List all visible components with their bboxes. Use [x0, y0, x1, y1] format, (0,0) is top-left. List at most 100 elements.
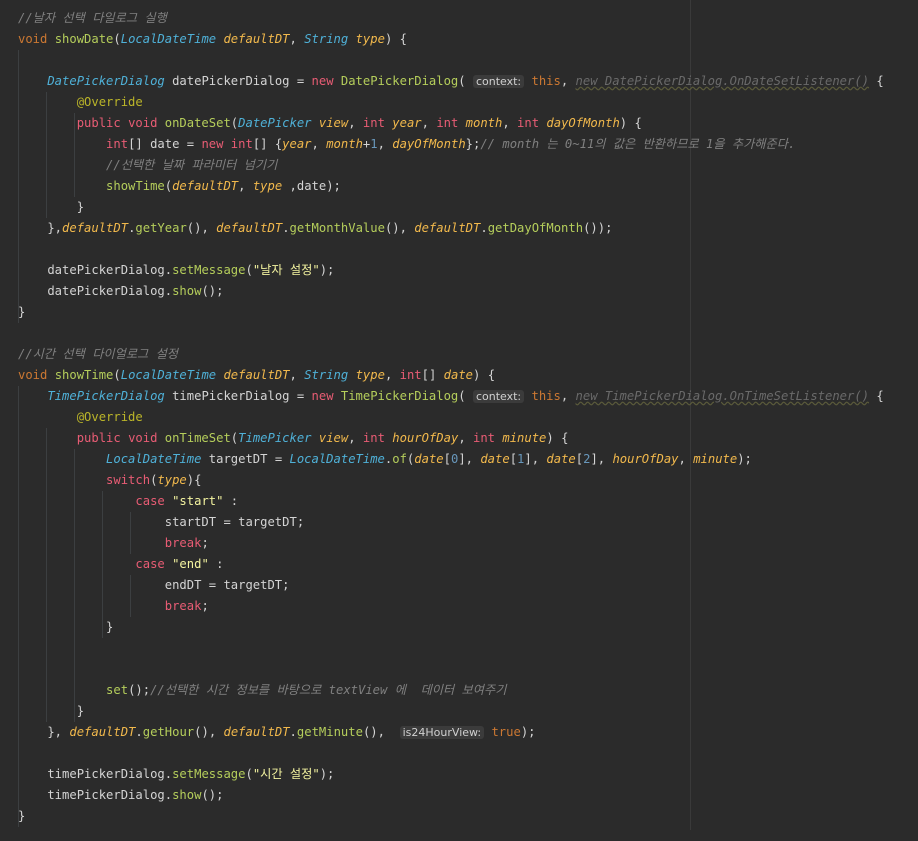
- code-token: }: [18, 809, 26, 823]
- right-margin-guide: [690, 0, 691, 830]
- code-line[interactable]: }, defaultDT.getHour(), defaultDT.getMin…: [18, 722, 536, 743]
- code-token: public: [18, 116, 129, 130]
- code-token: case: [18, 557, 173, 571]
- code-token: year: [392, 116, 422, 130]
- code-token: year: [282, 137, 312, 151]
- code-token: show: [172, 284, 202, 298]
- code-line[interactable]: break;: [18, 596, 209, 617]
- code-line[interactable]: TimePickerDialog timePickerDialog = new …: [18, 386, 884, 407]
- code-token: month: [465, 116, 503, 130]
- code-token: String: [304, 368, 356, 382]
- code-line[interactable]: }: [18, 302, 25, 323]
- code-token: ,: [678, 452, 694, 466]
- parameter-hint: context:: [472, 75, 525, 88]
- code-token: );: [520, 725, 536, 739]
- code-line[interactable]: timePickerDialog.setMessage("시간 설정");: [18, 764, 334, 785]
- code-token: timePickerDialog.: [18, 788, 173, 802]
- code-token: @Override: [18, 95, 143, 109]
- code-token: new DatePickerDialog.OnDateSetListener(): [575, 74, 870, 88]
- code-line[interactable]: endDT = targetDT;: [18, 575, 290, 596]
- code-token: type: [252, 179, 283, 193]
- code-token: (: [113, 368, 121, 382]
- code-token: defaultDT: [172, 179, 239, 193]
- code-token: "시간 설정": [252, 767, 320, 781]
- code-token: ,: [348, 431, 363, 445]
- code-token: ,date);: [282, 179, 341, 193]
- code-token: ) {: [619, 116, 642, 130]
- code-line[interactable]: }: [18, 806, 25, 827]
- code-token: ],: [524, 452, 547, 466]
- code-token: [] {: [252, 137, 283, 151]
- code-token: getMinute: [296, 725, 363, 739]
- code-token: (: [458, 74, 473, 88]
- code-line[interactable]: case "start" :: [18, 491, 238, 512]
- code-token: TimePicker: [238, 431, 319, 445]
- code-token: view: [318, 431, 349, 445]
- code-token: []: [421, 368, 444, 382]
- code-token: ) {: [546, 431, 569, 445]
- code-token: ],: [458, 452, 481, 466]
- code-token: }: [18, 305, 26, 319]
- code-line[interactable]: void showTime(LocalDateTime defaultDT, S…: [18, 365, 495, 386]
- code-token: );: [737, 452, 752, 466]
- code-line[interactable]: set();//선택한 시간 정보를 바탕으로 textView 에 데이터 보…: [18, 680, 506, 701]
- code-token: void: [128, 116, 165, 130]
- code-line[interactable]: @Override: [18, 407, 143, 428]
- code-line[interactable]: switch(type){: [18, 470, 201, 491]
- code-line[interactable]: break;: [18, 533, 209, 554]
- code-token: date: [546, 452, 576, 466]
- code-line[interactable]: timePickerDialog.show();: [18, 785, 223, 806]
- code-token: getDayOfMonth: [487, 221, 584, 235]
- code-token: setMessage: [172, 263, 246, 277]
- code-token: int: [517, 116, 547, 130]
- code-token: int: [362, 431, 393, 445]
- code-line[interactable]: //날자 선택 다일로그 실행: [18, 8, 167, 29]
- code-token: int: [18, 137, 129, 151]
- code-token: defaultDT: [69, 725, 136, 739]
- code-token: ,: [560, 74, 576, 88]
- code-line[interactable]: }: [18, 617, 113, 638]
- code-token: (: [164, 179, 173, 193]
- code-token: [: [509, 452, 518, 466]
- code-line[interactable]: datePickerDialog.setMessage("날자 설정");: [18, 260, 334, 281]
- code-editor[interactable]: //날자 선택 다일로그 실행 void showDate(LocalDateTi…: [0, 0, 918, 841]
- code-line[interactable]: LocalDateTime targetDT = LocalDateTime.o…: [18, 449, 752, 470]
- code-line[interactable]: //선택한 날짜 파라미터 넘기기: [18, 155, 277, 176]
- code-line[interactable]: public void onDateSet(DatePicker view, i…: [18, 113, 642, 134]
- code-token: defaultDT: [223, 725, 290, 739]
- code-token: int: [362, 116, 393, 130]
- code-token: LocalDateTime: [120, 368, 224, 382]
- code-token: showTime: [18, 179, 165, 193]
- code-token: minute: [502, 431, 547, 445]
- code-line[interactable]: case "end" :: [18, 554, 223, 575]
- code-line[interactable]: datePickerDialog.show();: [18, 281, 223, 302]
- code-token: (),: [186, 221, 217, 235]
- code-line[interactable]: @Override: [18, 92, 143, 113]
- code-token: ,: [311, 137, 327, 151]
- code-line[interactable]: int[] date = new int[] {year, month+1, d…: [18, 134, 795, 155]
- code-token: onTimeSet: [164, 431, 231, 445]
- code-token: [: [443, 452, 451, 466]
- code-token: break: [18, 599, 202, 613]
- code-token: },: [18, 221, 63, 235]
- code-line[interactable]: void showDate(LocalDateTime defaultDT, S…: [18, 29, 407, 50]
- code-token: int: [473, 431, 503, 445]
- code-token: ,: [348, 116, 363, 130]
- code-token: of: [392, 452, 407, 466]
- code-token: datePickerDialog.: [18, 284, 173, 298]
- code-token: ,: [458, 431, 473, 445]
- code-token: ){: [186, 473, 202, 487]
- code-token: .: [480, 221, 488, 235]
- code-line[interactable]: showTime(defaultDT, type ,date);: [18, 176, 341, 197]
- code-line[interactable]: public void onTimeSet(TimePicker view, i…: [18, 428, 569, 449]
- code-token: );: [319, 263, 335, 277]
- code-line[interactable]: }: [18, 197, 84, 218]
- code-line[interactable]: DatePickerDialog datePickerDialog = new …: [18, 71, 884, 92]
- code-line[interactable]: startDT = targetDT;: [18, 512, 304, 533]
- code-token: (: [458, 389, 473, 403]
- code-line[interactable]: //시간 선택 다이얼로그 설정: [18, 344, 178, 365]
- code-token: );: [319, 767, 335, 781]
- code-line[interactable]: }: [18, 701, 84, 722]
- code-line[interactable]: },defaultDT.getYear(), defaultDT.getMont…: [18, 218, 612, 239]
- code-token: void: [18, 32, 55, 46]
